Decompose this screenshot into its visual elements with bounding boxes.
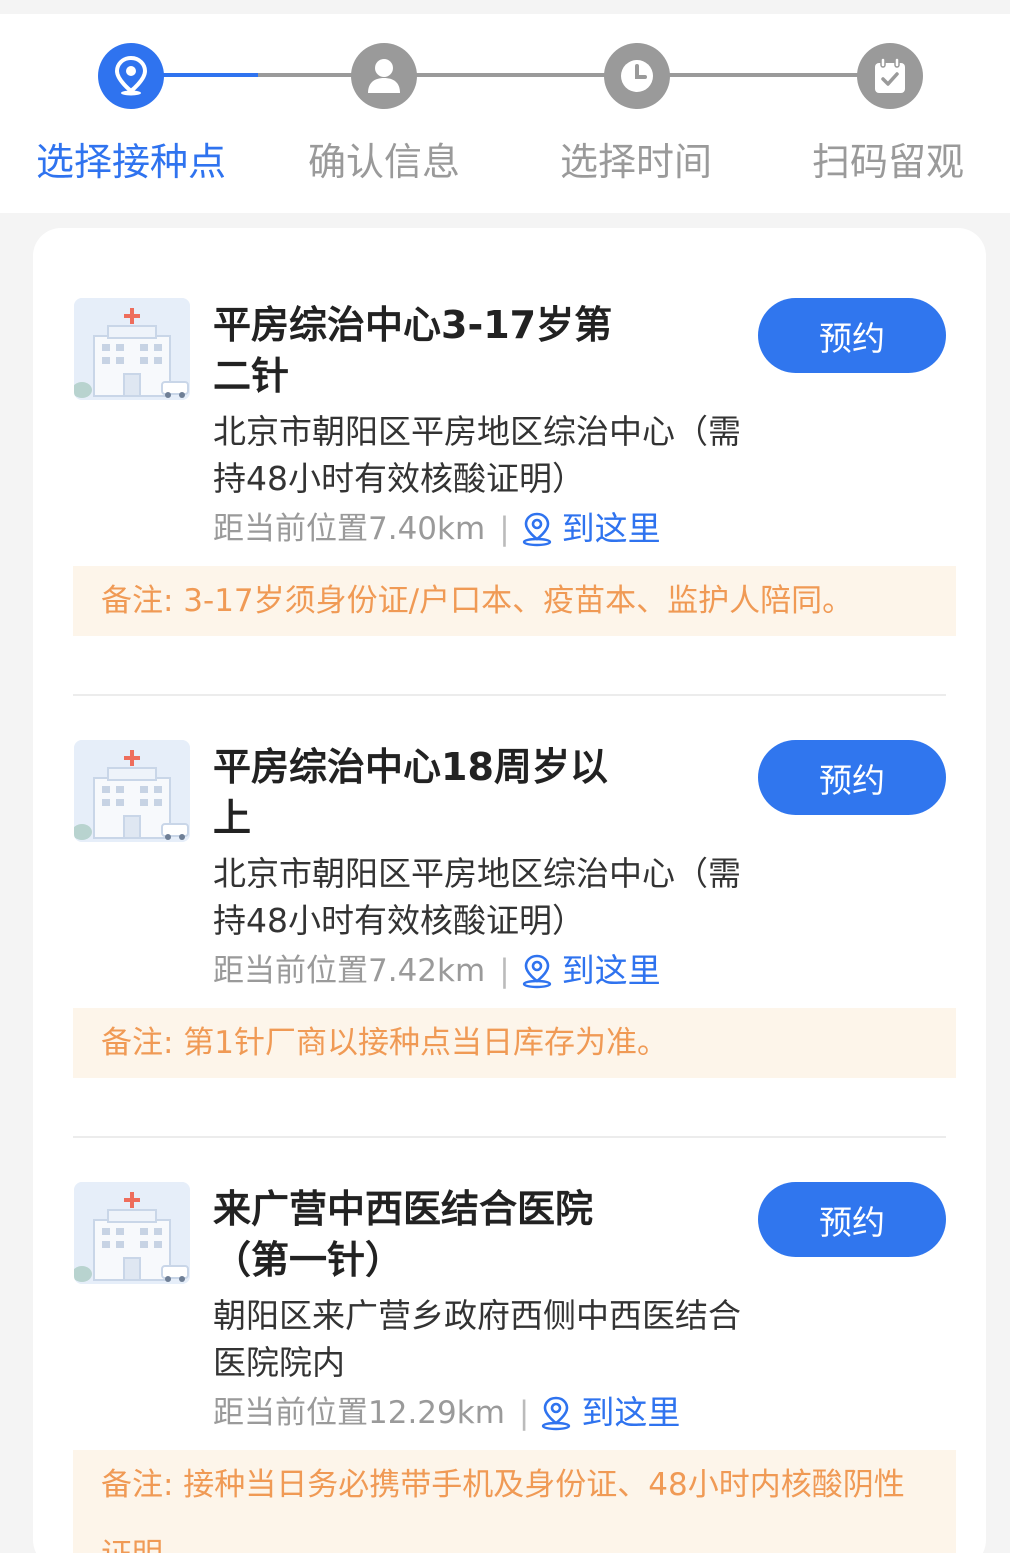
hospital-icon: [74, 740, 190, 842]
distance-text: 距当前位置7.40km: [213, 511, 486, 547]
site-name: 来广营中西医结合医院（第一针）: [213, 1187, 594, 1282]
site-address: 北京市朝阳区平房地区综治中心（需持48小时有效核酸证明）: [213, 854, 741, 940]
distance-row: 距当前位置7.40km | 到这里: [213, 509, 661, 549]
progress-stepper: 选择接种点 确认信息 选择时间 扫码留观: [0, 14, 1010, 213]
book-button[interactable]: 预约: [758, 740, 946, 815]
step-4-circle: [857, 43, 923, 109]
site-name: 平房综治中心3-17岁第二针: [213, 303, 613, 398]
map-pin-icon: [522, 512, 551, 547]
hospital-thumbnail: [74, 1182, 190, 1284]
step-2-circle: [351, 43, 417, 109]
divider-bar: |: [499, 511, 510, 547]
site-name: 平房综治中心18周岁以上: [213, 745, 608, 840]
distance-text: 距当前位置12.29km: [213, 1395, 505, 1431]
hospital-thumbnail: [74, 298, 190, 400]
map-pin-icon: [522, 954, 551, 989]
navigate-label[interactable]: 到这里: [581, 1393, 680, 1433]
calendar-check-icon: [875, 57, 905, 93]
hospital-icon: [74, 1182, 190, 1284]
site-note: 备注: 3-17岁须身份证/户口本、疫苗本、监护人陪同。: [73, 566, 956, 636]
step-connector-done: [163, 73, 258, 77]
site-note: 备注: 接种当日务必携带手机及身份证、48小时内核酸阴性证明: [73, 1450, 956, 1553]
list-divider: [73, 1136, 946, 1138]
site-note: 备注: 第1针厂商以接种点当日库存为准。: [73, 1008, 956, 1078]
clock-icon: [621, 60, 653, 92]
site-list-card: 平房综治中心3-17岁第二针 预约 北京市朝阳区平房地区综治中心（需持48小时有…: [33, 228, 986, 1553]
location-pin-icon: [114, 56, 148, 96]
navigate-label[interactable]: 到这里: [562, 951, 661, 991]
hospital-icon: [74, 298, 190, 400]
user-icon: [368, 59, 400, 93]
navigate-link[interactable]: 到这里: [520, 509, 661, 549]
step-connector: [258, 73, 353, 77]
site-address: 朝阳区来广营乡政府西侧中西医结合医院院内: [213, 1296, 741, 1382]
distance-row: 距当前位置7.42km | 到这里: [213, 951, 661, 991]
hospital-thumbnail: [74, 740, 190, 842]
distance-row: 距当前位置12.29km | 到这里: [213, 1393, 680, 1433]
step-label-select-time: 选择时间: [559, 140, 712, 184]
step-connector: [416, 73, 606, 77]
step-label-scan-observe: 扫码留观: [811, 140, 964, 184]
list-divider: [73, 694, 946, 696]
navigate-label[interactable]: 到这里: [562, 509, 661, 549]
step-3-circle: [604, 43, 670, 109]
divider-bar: |: [518, 1395, 530, 1431]
step-1-circle: [98, 43, 164, 109]
step-label-confirm-info: 确认信息: [307, 140, 460, 184]
navigate-link[interactable]: 到这里: [520, 951, 661, 991]
divider-bar: |: [499, 953, 510, 989]
step-connector: [669, 73, 859, 77]
distance-text: 距当前位置7.42km: [213, 953, 486, 989]
navigate-link[interactable]: 到这里: [539, 1393, 680, 1433]
map-pin-icon: [542, 1396, 571, 1431]
step-label-select-site: 选择接种点: [35, 140, 226, 184]
site-address: 北京市朝阳区平房地区综治中心（需持48小时有效核酸证明）: [213, 412, 741, 498]
book-button[interactable]: 预约: [758, 298, 946, 373]
book-button[interactable]: 预约: [758, 1182, 946, 1257]
